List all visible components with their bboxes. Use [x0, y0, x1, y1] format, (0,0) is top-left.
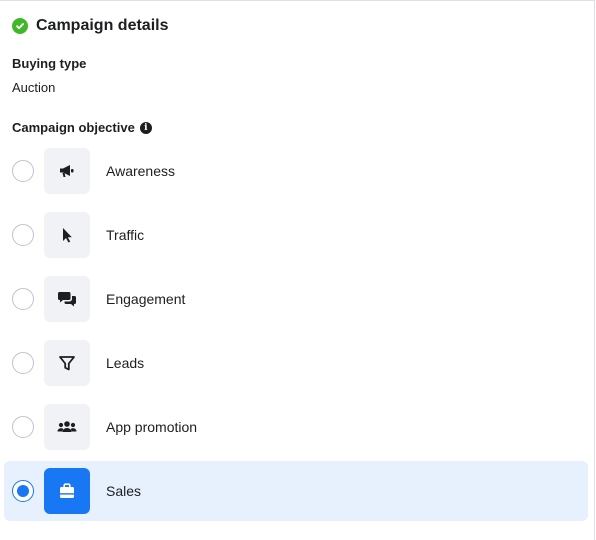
objective-option-label: Leads	[106, 355, 145, 371]
radio-button-selected[interactable]	[12, 480, 34, 502]
radio-button[interactable]	[12, 160, 34, 182]
campaign-details-header: Campaign details	[12, 17, 168, 35]
buying-type-label: Buying type	[12, 56, 87, 71]
objective-option-awareness[interactable]: Awareness	[4, 141, 588, 201]
radio-button[interactable]	[12, 352, 34, 374]
objective-option-label: Awareness	[106, 163, 176, 179]
buying-type-value: Auction	[12, 80, 56, 95]
campaign-details-panel: Campaign details Buying type Auction Cam…	[0, 0, 595, 540]
radio-dot	[17, 485, 29, 497]
people-icon	[44, 404, 90, 450]
page-title: Campaign details	[36, 17, 169, 34]
objective-option-sales[interactable]: Sales	[4, 461, 588, 521]
objective-option-label: Traffic	[106, 227, 145, 243]
megaphone-icon	[44, 148, 90, 194]
campaign-objective-label: Campaign objective i	[12, 120, 152, 135]
objective-option-traffic[interactable]: Traffic	[4, 205, 588, 265]
chat-bubbles-icon	[44, 276, 90, 322]
cursor-icon	[44, 212, 90, 258]
objective-option-label: App promotion	[106, 419, 198, 435]
objective-option-label: Sales	[106, 483, 142, 499]
info-icon[interactable]: i	[139, 121, 152, 134]
objective-option-engagement[interactable]: Engagement	[4, 269, 588, 329]
funnel-icon	[44, 340, 90, 386]
check-circle-icon	[12, 18, 28, 34]
objective-option-app-promotion[interactable]: App promotion	[4, 397, 588, 457]
objective-option-label: Engagement	[106, 291, 186, 307]
radio-button[interactable]	[12, 224, 34, 246]
shopping-bag-icon	[44, 468, 90, 514]
objective-option-leads[interactable]: Leads	[4, 333, 588, 393]
radio-button[interactable]	[12, 288, 34, 310]
campaign-objective-label-text: Campaign objective	[12, 120, 135, 135]
radio-button[interactable]	[12, 416, 34, 438]
